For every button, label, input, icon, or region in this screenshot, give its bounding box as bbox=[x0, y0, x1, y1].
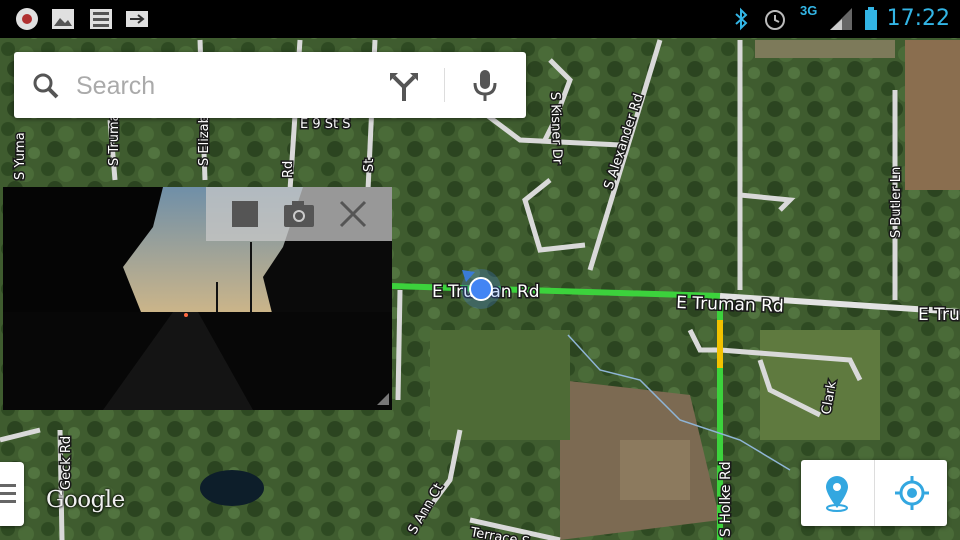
menu-icon bbox=[0, 484, 16, 503]
street-label: S Yuma bbox=[13, 132, 28, 180]
battery-icon bbox=[865, 7, 877, 30]
street-label: S Elizab bbox=[197, 115, 212, 166]
directions-icon[interactable] bbox=[386, 67, 422, 103]
street-label: S Kisner Dr bbox=[547, 92, 565, 165]
divider bbox=[874, 460, 875, 526]
street-label: E Truman Rd bbox=[676, 293, 784, 317]
list-icon bbox=[90, 9, 112, 29]
street-label: Geck Rd bbox=[59, 436, 74, 490]
street-label: Rd bbox=[281, 161, 296, 178]
close-icon[interactable] bbox=[336, 197, 370, 231]
street-label: S Truma bbox=[107, 113, 122, 166]
arrow-icon bbox=[126, 11, 148, 27]
place-marker-icon[interactable] bbox=[818, 474, 856, 512]
signal-icon bbox=[830, 8, 852, 30]
street-label: St bbox=[362, 159, 377, 172]
bluetooth-icon bbox=[735, 7, 748, 31]
my-location-icon[interactable] bbox=[893, 474, 931, 512]
search-bar bbox=[14, 52, 526, 118]
stop-icon[interactable] bbox=[228, 197, 262, 231]
search-input[interactable] bbox=[74, 66, 378, 106]
record-icon bbox=[16, 8, 38, 30]
camera-icon[interactable] bbox=[282, 197, 316, 231]
gallery-icon bbox=[52, 9, 74, 29]
street-view-controls bbox=[206, 187, 392, 241]
menu-tab[interactable] bbox=[0, 462, 24, 526]
street-label: S Butler Ln bbox=[889, 167, 904, 238]
clock: 17:22 bbox=[886, 6, 950, 31]
search-icon bbox=[33, 73, 59, 99]
divider bbox=[444, 68, 445, 102]
my-location-marker bbox=[461, 269, 501, 309]
network-type: 3G bbox=[800, 3, 818, 18]
google-logo: Google bbox=[46, 487, 125, 513]
status-bar: 3G 17:22 bbox=[0, 0, 960, 38]
alarm-icon bbox=[765, 10, 785, 30]
microphone-icon[interactable] bbox=[469, 67, 501, 103]
street-label: E Tru bbox=[918, 305, 960, 325]
street-label: E 9 St S bbox=[300, 117, 350, 132]
street-label: S Holke Rd bbox=[718, 461, 734, 537]
map-controls bbox=[801, 460, 947, 526]
